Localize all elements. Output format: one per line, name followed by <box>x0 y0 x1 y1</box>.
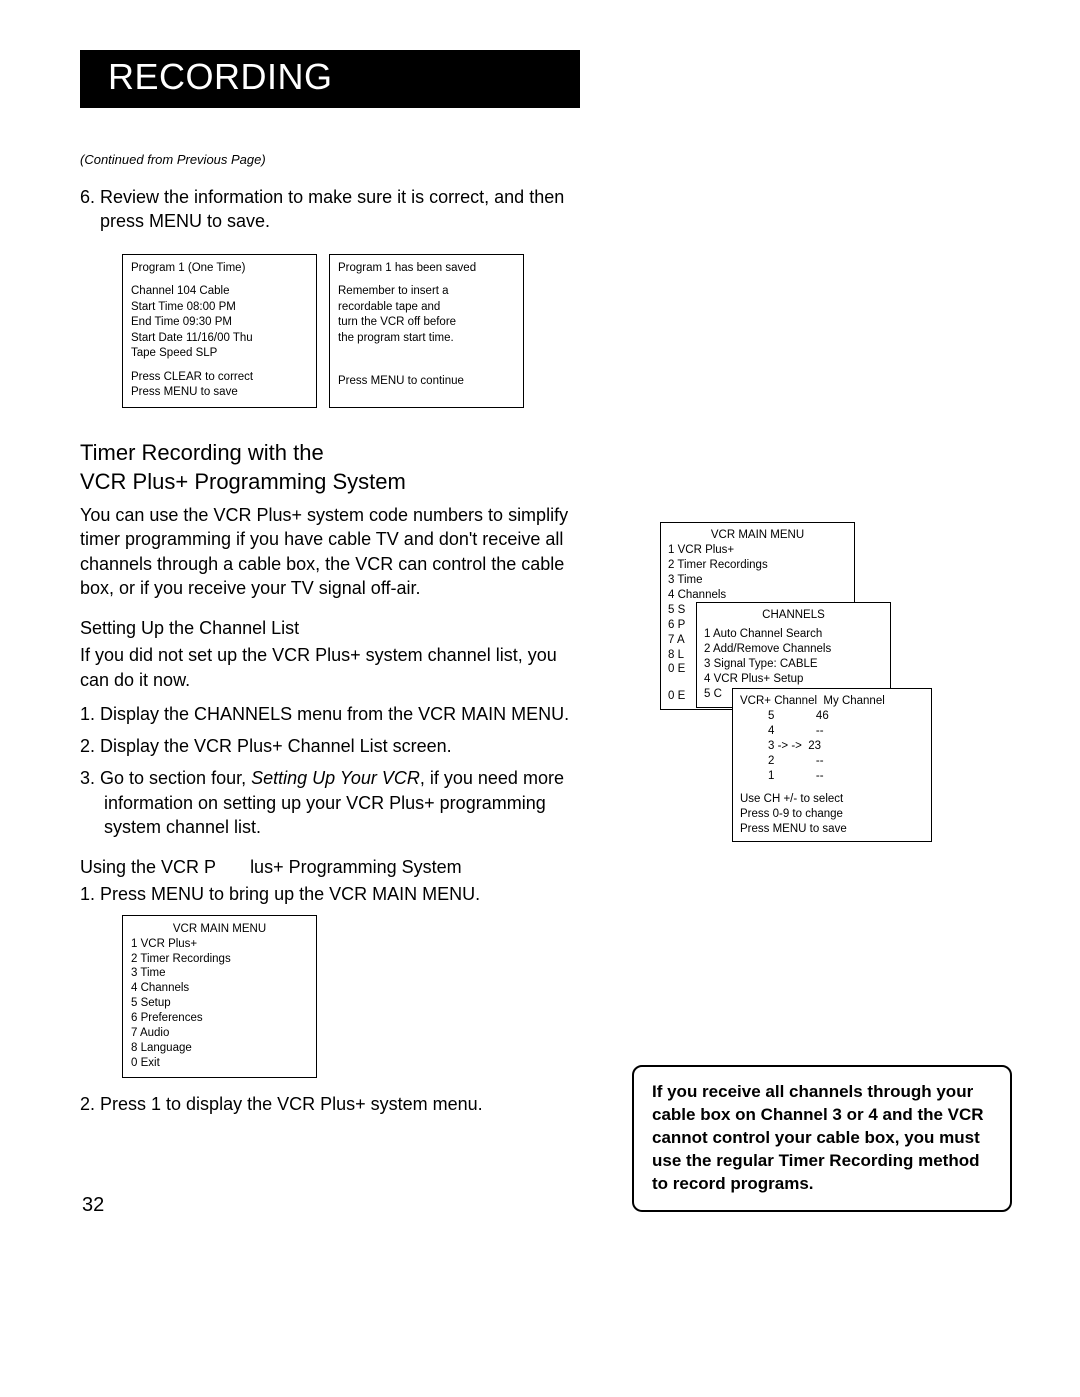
subh-part: lus+ Programming System <box>250 857 462 877</box>
menu-item: 2 Add/Remove Channels <box>704 642 883 657</box>
menu-item: 2 Timer Recordings <box>668 558 847 573</box>
menu-item: 8 Language <box>131 1041 308 1056</box>
s-line: recordable tape and <box>338 300 515 316</box>
step-6: 6. Review the information to make sure i… <box>80 185 590 234</box>
menu-item: 1 Auto Channel Search <box>704 627 883 642</box>
section-title: RECORDING <box>108 56 552 98</box>
s-line: Tape Speed SLP <box>131 346 308 362</box>
screen-main-menu: VCR MAIN MENU 1 VCR Plus+ 2 Timer Record… <box>122 915 317 1078</box>
list-row: 5 46 <box>740 709 924 724</box>
menu-item: 2 Timer Recordings <box>131 952 308 967</box>
hint: Use CH +/- to select <box>740 792 924 807</box>
left-column: (Continued from Previous Page) 6. Review… <box>80 152 590 1124</box>
menu-title: CHANNELS <box>704 608 883 623</box>
step-text: 3. Go to section four, <box>80 768 251 788</box>
s-line: Start Time 08:00 PM <box>131 300 308 316</box>
menu-title: VCR MAIN MENU <box>668 528 847 543</box>
page-number: 32 <box>82 1194 104 1217</box>
step: 2. Display the VCR Plus+ Channel List sc… <box>80 734 590 758</box>
screen-saved: Program 1 has been saved Remember to ins… <box>329 254 524 408</box>
menu-item: 6 Preferences <box>131 1011 308 1026</box>
right-column: VCR MAIN MENU 1 VCR Plus+ 2 Timer Record… <box>660 522 1010 832</box>
menu-item: 4 Channels <box>131 981 308 996</box>
col-headers: VCR+ Channel My Channel <box>740 694 924 709</box>
step: 1. Display the CHANNELS menu from the VC… <box>80 702 590 726</box>
continued-note: (Continued from Previous Page) <box>80 152 590 167</box>
menu-item: 3 Time <box>131 966 308 981</box>
subheading-channel-list: Setting Up the Channel List <box>80 618 590 639</box>
s-line: Press MENU to continue <box>338 374 515 390</box>
list-row: 1 -- <box>740 769 924 784</box>
sub-body: If you did not set up the VCR Plus+ syst… <box>80 643 590 692</box>
s-line: Remember to insert a <box>338 284 515 300</box>
heading-line: VCR Plus+ Programming System <box>80 467 590 497</box>
s-line: Press CLEAR to correct <box>131 370 308 386</box>
step: 2. Press 1 to display the VCR Plus+ syst… <box>80 1092 590 1116</box>
s-line: turn the VCR off before <box>338 315 515 331</box>
s-line: Press MENU to save <box>131 385 308 401</box>
menu-item: 5 Setup <box>131 996 308 1011</box>
list-row: 2 -- <box>740 754 924 769</box>
menu-title: VCR MAIN MENU <box>131 922 308 937</box>
list-row: 3 -> -> 23 <box>740 739 924 754</box>
s-line: Start Date 11/16/00 Thu <box>131 331 308 347</box>
menu-item: 0 Exit <box>131 1056 308 1071</box>
screen-vcrplus-list: VCR+ Channel My Channel 5 46 4 -- 3 -> -… <box>732 688 932 842</box>
menu-item: 4 VCR Plus+ Setup <box>704 672 883 687</box>
screen-pair: Program 1 (One Time) Channel 104 Cable S… <box>122 254 590 408</box>
menu-item: 3 Time <box>668 573 847 588</box>
list-row: 4 -- <box>740 724 924 739</box>
subh-part: Using the VCR P <box>80 857 216 877</box>
hint: Press MENU to save <box>740 822 924 837</box>
menu-item: 4 Channels <box>668 588 847 603</box>
heading-line: Timer Recording with the <box>80 438 590 468</box>
menu-item: 1 VCR Plus+ <box>668 543 847 558</box>
hint: Press 0-9 to change <box>740 807 924 822</box>
s-line: Program 1 (One Time) <box>131 261 308 277</box>
right-screens-stack: VCR MAIN MENU 1 VCR Plus+ 2 Timer Record… <box>660 522 960 832</box>
subheading-using-vcrplus: Using the VCR P lus+ Programming System <box>80 857 590 878</box>
s-line: Program 1 has been saved <box>338 261 515 277</box>
s-line: Channel 104 Cable <box>131 284 308 300</box>
menu-item: 7 Audio <box>131 1026 308 1041</box>
menu-item: 1 VCR Plus+ <box>131 937 308 952</box>
screen-program1: Program 1 (One Time) Channel 104 Cable S… <box>122 254 317 408</box>
note-box: If you receive all channels through your… <box>632 1065 1012 1212</box>
s-line: the program start time. <box>338 331 515 347</box>
step: 3. Go to section four, Setting Up Your V… <box>80 766 590 839</box>
section-body: You can use the VCR Plus+ system code nu… <box>80 503 590 600</box>
menu-item: 3 Signal Type: CABLE <box>704 657 883 672</box>
step: 1. Press MENU to bring up the VCR MAIN M… <box>80 882 590 906</box>
section-heading: Timer Recording with the VCR Plus+ Progr… <box>80 438 590 497</box>
step-italic: Setting Up Your VCR <box>251 768 420 788</box>
s-line: End Time 09:30 PM <box>131 315 308 331</box>
section-title-bar: RECORDING <box>80 50 580 108</box>
